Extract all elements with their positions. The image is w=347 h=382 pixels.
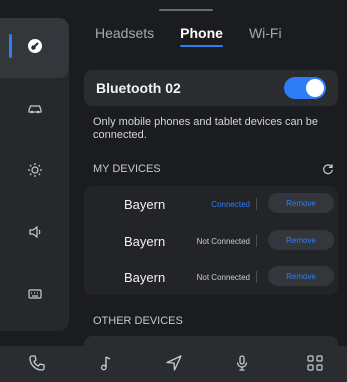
remove-button[interactable]: Remove bbox=[268, 266, 334, 286]
divider bbox=[256, 198, 257, 210]
remove-button[interactable]: Remove bbox=[268, 193, 334, 213]
device-status: Not Connected bbox=[196, 236, 250, 246]
keyboard-icon bbox=[27, 286, 43, 307]
bluetooth-row: Bluetooth 02 bbox=[84, 70, 338, 106]
rail-item-car[interactable] bbox=[0, 80, 69, 140]
rail-item-link[interactable] bbox=[0, 18, 69, 78]
device-row[interactable]: Bayern Not Connected Remove bbox=[84, 259, 338, 295]
device-status: Not Connected bbox=[196, 272, 250, 282]
tab-wifi[interactable]: Wi-Fi bbox=[249, 25, 282, 47]
my-devices-list: Bayern Connected Remove Bayern Not Conne… bbox=[84, 186, 338, 295]
tab-phone[interactable]: Phone bbox=[180, 25, 223, 47]
car-icon bbox=[27, 100, 43, 121]
other-devices-title: OTHER DEVICES bbox=[93, 315, 183, 327]
toggle-knob bbox=[306, 79, 324, 97]
my-devices-title: MY DEVICES bbox=[93, 163, 161, 175]
apps-grid-icon[interactable] bbox=[306, 354, 324, 372]
rail-item-keyboard[interactable] bbox=[0, 266, 69, 326]
bluetooth-toggle[interactable] bbox=[284, 77, 326, 99]
phone-icon[interactable] bbox=[28, 354, 46, 372]
navigation-icon[interactable] bbox=[165, 354, 183, 372]
divider bbox=[256, 235, 257, 247]
left-rail bbox=[0, 18, 69, 331]
device-name: Bayern bbox=[124, 196, 166, 212]
bottom-bar bbox=[0, 346, 347, 382]
refresh-icon[interactable] bbox=[322, 162, 334, 175]
description-text: Only mobile phones and tablet devices ca… bbox=[93, 116, 319, 141]
link-icon bbox=[27, 38, 43, 59]
top-handle[interactable] bbox=[159, 9, 213, 11]
device-row[interactable]: Bayern Not Connected Remove bbox=[84, 223, 338, 259]
remove-button[interactable]: Remove bbox=[268, 230, 334, 250]
tab-bar: Headsets Phone Wi-Fi bbox=[95, 25, 282, 47]
device-name: Bayern bbox=[124, 269, 166, 285]
device-name: Bayern bbox=[124, 233, 166, 249]
other-devices-list bbox=[84, 336, 338, 346]
device-status: Connected bbox=[211, 199, 250, 209]
rail-item-display[interactable] bbox=[0, 142, 69, 202]
rail-item-sound[interactable] bbox=[0, 204, 69, 264]
music-icon[interactable] bbox=[97, 354, 115, 372]
bluetooth-name: Bluetooth 02 bbox=[96, 80, 181, 96]
divider bbox=[256, 271, 257, 283]
device-row[interactable]: Bayern Connected Remove bbox=[84, 186, 338, 222]
volume-icon bbox=[27, 224, 43, 245]
microphone-icon[interactable] bbox=[233, 354, 251, 372]
tab-headsets[interactable]: Headsets bbox=[95, 25, 154, 47]
brightness-icon bbox=[27, 162, 43, 183]
